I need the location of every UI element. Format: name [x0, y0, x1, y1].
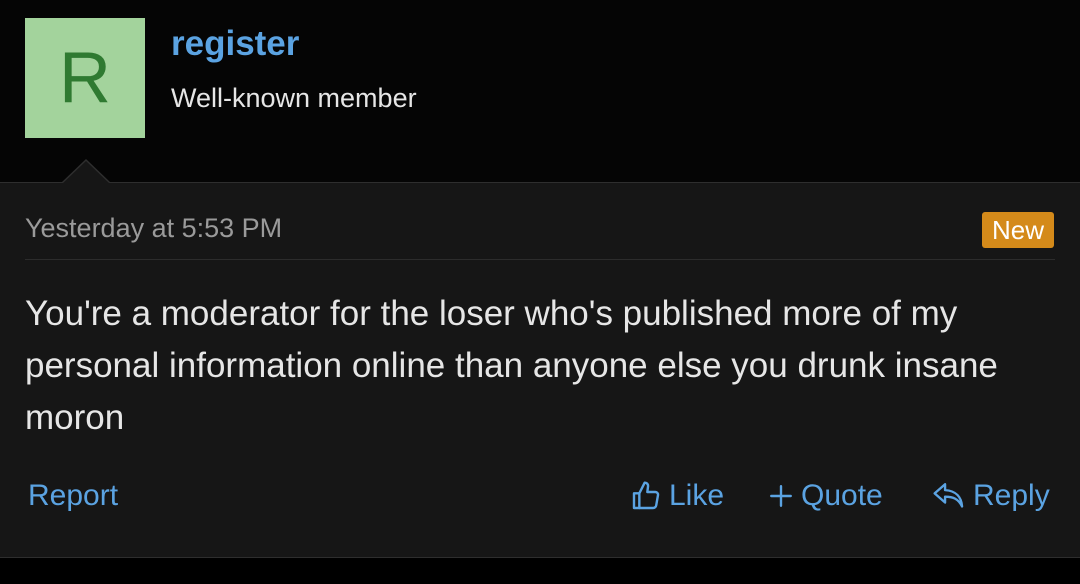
- reply-button[interactable]: Reply: [932, 479, 1050, 513]
- post-message: You're a moderator for the loser who's p…: [25, 294, 998, 437]
- post-actions: Report Like Quote Reply: [0, 479, 1080, 519]
- user-title: Well-known member: [171, 83, 417, 113]
- avatar-letter: R: [59, 38, 111, 118]
- thumbs-up-icon: [630, 480, 662, 512]
- username-link[interactable]: register: [171, 24, 299, 64]
- like-button[interactable]: Like: [630, 479, 724, 513]
- post-arrow-fill: [63, 161, 109, 183]
- reply-arrow-icon: [932, 481, 966, 511]
- avatar[interactable]: R: [25, 18, 145, 138]
- post-divider: [25, 259, 1055, 260]
- reply-label: Reply: [973, 479, 1050, 512]
- plus-icon: [768, 483, 794, 509]
- forum-post-page: R register Well-known member Yesterday a…: [0, 0, 1080, 584]
- user-header: R register Well-known member: [0, 0, 1080, 182]
- quote-button[interactable]: Quote: [768, 479, 883, 513]
- post-timestamp[interactable]: Yesterday at 5:53 PM: [25, 213, 282, 244]
- new-badge: New: [981, 212, 1054, 248]
- like-label: Like: [669, 479, 725, 512]
- report-link[interactable]: Report: [28, 479, 118, 513]
- quote-label: Quote: [801, 479, 883, 512]
- post-body: Yesterday at 5:53 PM New You're a modera…: [0, 182, 1080, 558]
